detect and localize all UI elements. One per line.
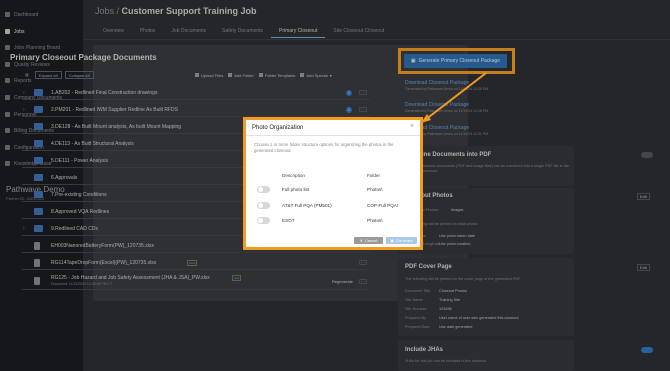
- arrow-line: [424, 72, 487, 121]
- modal-divider: [246, 135, 420, 136]
- col-folder: Folder: [367, 173, 381, 178]
- photo-organization-modal: Photo Organization × Choose 1 or more fo…: [246, 120, 420, 247]
- close-icon[interactable]: ×: [410, 123, 414, 130]
- option-folder: COP-Full PQA\: [367, 203, 399, 208]
- option-toggle[interactable]: [257, 186, 270, 193]
- generate-button[interactable]: ▣ Generate: [386, 237, 417, 244]
- close-icon: ✕: [359, 238, 363, 243]
- modal-description: Choose 1 or more folder structure option…: [254, 142, 394, 153]
- package-icon: ▣: [390, 238, 395, 243]
- cancel-button[interactable]: ✕ Cancel: [354, 237, 383, 244]
- option-toggle[interactable]: [257, 217, 270, 224]
- option-toggle[interactable]: [257, 202, 270, 209]
- modal-title: Photo Organization: [252, 125, 304, 131]
- col-description: Description: [282, 173, 305, 178]
- option-description: Full photo list: [282, 187, 310, 192]
- option-description: AT&T Full PQA (PM501): [282, 203, 332, 208]
- option-folder: Photos\: [367, 187, 383, 192]
- option-folder: Photos\: [367, 218, 383, 223]
- option-description: ESOT: [282, 218, 295, 223]
